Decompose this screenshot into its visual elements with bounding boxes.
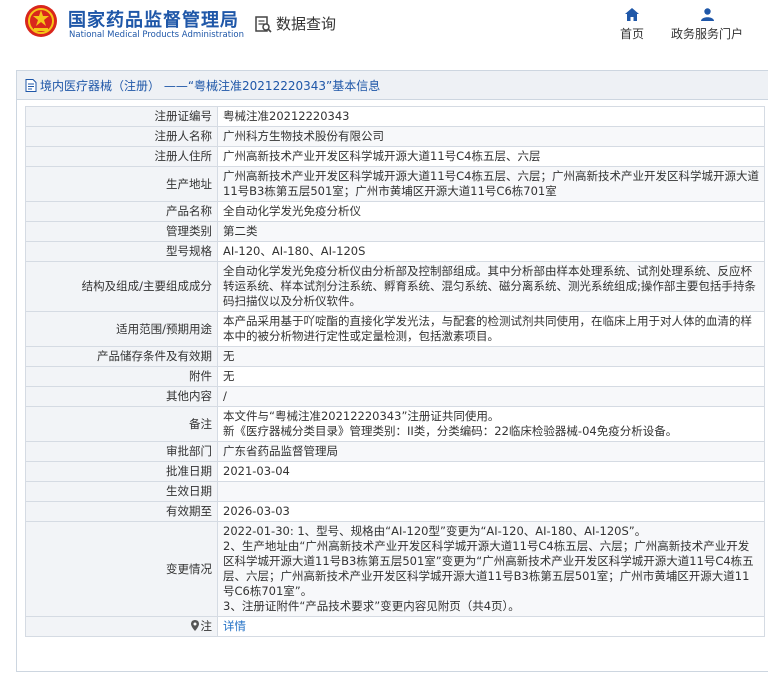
approval-date: 2021-03-04 [217, 461, 765, 482]
row-label: 产品名称 [25, 201, 218, 222]
site-title-en[interactable]: National Medical Products Administration [69, 30, 244, 40]
row-label: 适用范围/预期用途 [25, 311, 218, 347]
table-row: 有效期至 2026-03-03 [25, 501, 765, 522]
data-query-label: 数据查询 [276, 15, 337, 33]
table-row: 产品名称 全自动化学发光免疫分析仪 [25, 201, 765, 222]
table-row: 注册人住所 广州高新技术产业开发区科学城开源大道11号C4栋五层、六层 [25, 146, 765, 167]
table-row: 注册证编号 粤械注准20212220343 [25, 106, 765, 127]
row-label: 管理类别 [25, 221, 218, 242]
table-row: 结构及组成/主要组成成分 全自动化学发光免疫分析仪由分析部及控制部组成。其中分析部… [25, 261, 765, 312]
registration-info-table: 注册证编号 粤械注准20212220343 注册人名称 广州科方生物技术股份有限公司… [25, 106, 765, 637]
other-content: / [217, 386, 765, 407]
row-label: 型号规格 [25, 241, 218, 262]
nav-portal-label: 政务服务门户 [670, 27, 743, 41]
row-label: 生效日期 [25, 481, 218, 502]
table-row: 批准日期 2021-03-04 [25, 461, 765, 482]
approval-department: 广东省药品监督管理局 [217, 441, 765, 462]
table-row: 附件无 [25, 366, 765, 387]
data-query-link[interactable]: 数据查询 [254, 13, 336, 34]
row-label: 有效期至 [25, 501, 218, 522]
nav-home-label: 首页 [619, 27, 644, 41]
remarks: 本文件与“粤械注准20212220343”注册证共同使用。 新《医疗器械分类目录… [217, 406, 765, 442]
row-label: 变更情况 [25, 521, 218, 617]
registration-number: 粤械注准20212220343 [217, 106, 765, 127]
pin-icon [190, 620, 199, 631]
row-label: 注 [200, 619, 213, 633]
registrant-name: 广州科方生物技术股份有限公司 [217, 126, 765, 147]
data-query-icon [255, 15, 272, 33]
storage-conditions: 无 [217, 346, 765, 367]
registrant-address: 广州高新技术产业开发区科学城开源大道11号C4栋五层、六层 [217, 146, 765, 167]
table-row: 产品储存条件及有效期无 [25, 346, 765, 367]
row-label: 注册人住所 [25, 146, 218, 167]
row-label: 结构及组成/主要组成成分 [25, 261, 218, 312]
nav-home[interactable]: 首页 [617, 8, 647, 42]
row-label: 注册证编号 [25, 106, 218, 127]
table-row: 注册人名称 广州科方生物技术股份有限公司 [25, 126, 765, 147]
details-link[interactable]: 详情 [223, 619, 246, 633]
row-label: 其他内容 [25, 386, 218, 407]
table-row: 管理类别 第二类 [25, 221, 765, 242]
note-cell: 详情 [217, 616, 765, 637]
row-label: 注册人名称 [25, 126, 218, 147]
table-row: 生产地址 广州高新技术产业开发区科学城开源大道11号C4栋五层、六层；广州高新技术… [25, 166, 765, 202]
row-label: 审批部门 [25, 441, 218, 462]
home-icon [625, 8, 639, 21]
model-spec: AI-120、AI-180、AI-120S [217, 241, 765, 262]
row-label: 批准日期 [25, 461, 218, 482]
note-label-cell: 注 [25, 616, 218, 637]
panel-header: 境内医疗器械（注册） ——“粤械注准20212220343”基本信息 [17, 71, 768, 100]
product-name: 全自动化学发光免疫分析仪 [217, 201, 765, 222]
detail-panel: 境内医疗器械（注册） ——“粤械注准20212220343”基本信息 注册证编号… [16, 70, 768, 672]
panel-title: 境内医疗器械（注册） ——“粤械注准20212220343”基本信息 [40, 78, 381, 93]
structure-composition: 全自动化学发光免疫分析仪由分析部及控制部组成。其中分析部由样本处理系统、试剂处理… [217, 261, 765, 312]
table-row: 型号规格 AI-120、AI-180、AI-120S [25, 241, 765, 262]
nav-service-portal[interactable]: 政务服务门户 [668, 8, 746, 42]
row-label: 附件 [25, 366, 218, 387]
row-label: 生产地址 [25, 166, 218, 202]
change-history: 2022-01-30: 1、型号、规格由“AI-120型”变更为“AI-120、… [217, 521, 765, 617]
table-row: 变更情况 2022-01-30: 1、型号、规格由“AI-120型”变更为“AI-… [25, 521, 765, 617]
table-row: 适用范围/预期用途 本产品采用基于吖啶酯的直接化学发光法，与配套的检测试剂共同使用… [25, 311, 765, 347]
management-category: 第二类 [217, 221, 765, 242]
table-row: 其他内容 / [25, 386, 765, 407]
attachments: 无 [217, 366, 765, 387]
row-label: 产品储存条件及有效期 [25, 346, 218, 367]
document-icon [25, 78, 37, 92]
valid-until: 2026-03-03 [217, 501, 765, 522]
row-label: 备注 [25, 406, 218, 442]
effective-date [217, 481, 765, 502]
table-row: 审批部门 广东省药品监督管理局 [25, 441, 765, 462]
table-row: 注 详情 [25, 616, 765, 637]
user-icon [700, 8, 714, 21]
site-title-cn[interactable]: 国家药品监督管理局 [68, 6, 239, 32]
intended-use: 本产品采用基于吖啶酯的直接化学发光法，与配套的检测试剂共同使用，在临床上用于对人… [217, 311, 765, 347]
table-row: 备注 本文件与“粤械注准20212220343”注册证共同使用。 新《医疗器械分类… [25, 406, 765, 442]
top-header: 国家药品监督管理局 National Medical Products Admi… [0, 0, 768, 58]
national-emblem-icon[interactable] [24, 4, 58, 38]
production-address: 广州高新技术产业开发区科学城开源大道11号C4栋五层、六层；广州高新技术产业开发… [217, 166, 765, 202]
table-row: 生效日期 [25, 481, 765, 502]
